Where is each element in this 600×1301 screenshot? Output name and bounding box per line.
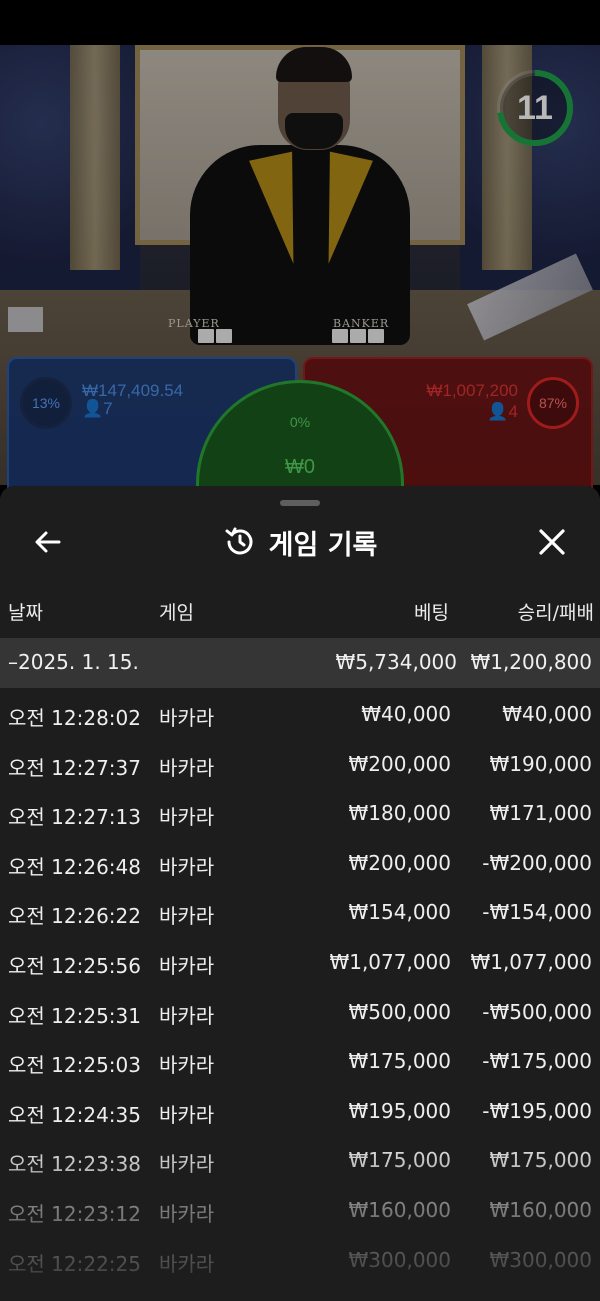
column-header-date: 날짜: [8, 602, 43, 624]
row-time: 오전 12:26:22: [8, 904, 141, 929]
row-game: 바카라: [159, 706, 215, 730]
drag-handle[interactable]: [280, 500, 320, 506]
row-result: -₩200,000: [482, 850, 592, 875]
row-time: 오전 12:22:25: [8, 1251, 141, 1276]
history-row[interactable]: 오전 12:23:12 바카라 ₩160,000 ₩160,000: [0, 1186, 600, 1236]
row-game: 바카라: [159, 904, 215, 929]
date-group-label: –2025. 1. 15.: [8, 650, 139, 674]
history-row[interactable]: 오전 12:23:38 바카라 ₩175,000 ₩175,000: [0, 1136, 600, 1186]
row-time: 오전 12:25:03: [8, 1053, 141, 1078]
row-result: ₩171,000: [489, 801, 592, 826]
row-bet: ₩175,000: [348, 1049, 451, 1074]
close-button[interactable]: [530, 522, 574, 562]
close-icon: [539, 529, 565, 555]
row-game: 바카라: [159, 854, 215, 879]
row-bet: ₩180,000: [348, 801, 451, 826]
date-group-result-total: ₩1,200,800: [470, 650, 592, 674]
column-header-game: 게임: [159, 602, 194, 624]
row-result: -₩195,000: [482, 1098, 592, 1123]
row-time: 오전 12:23:12: [8, 1201, 141, 1226]
row-bet: ₩500,000: [348, 999, 451, 1024]
history-row[interactable]: 오전 12:27:13 바카라 ₩180,000 ₩171,000: [0, 789, 600, 839]
row-bet: ₩160,000: [348, 1197, 451, 1222]
row-result: ₩160,000: [489, 1197, 592, 1222]
column-header-result: 승리/패배: [517, 602, 594, 624]
row-time: 오전 12:25:31: [8, 1003, 141, 1028]
game-history-sheet: 게임 기록 날짜 게임 베팅 승리/패배 –2025. 1. 15. ₩5,73…: [0, 486, 600, 1301]
row-game: 바카라: [159, 755, 215, 780]
row-time: 오전 12:26:48: [8, 854, 141, 879]
dim-overlay: [0, 45, 600, 505]
sheet-header: 게임 기록: [0, 520, 600, 564]
row-result: -₩175,000: [482, 1049, 592, 1074]
row-result: ₩1,077,000: [470, 949, 592, 974]
row-game: 바카라: [159, 1053, 215, 1078]
row-bet: ₩175,000: [348, 1148, 451, 1173]
history-row[interactable]: 오전 12:26:48 바카라 ₩200,000 -₩200,000: [0, 839, 600, 889]
column-header-bet: 베팅: [414, 602, 449, 624]
row-bet: ₩1,077,000: [329, 949, 451, 974]
row-bet: ₩154,000: [348, 900, 451, 925]
row-result: ₩175,000: [489, 1148, 592, 1173]
history-row[interactable]: 오전 12:25:03 바카라 ₩175,000 -₩175,000: [0, 1037, 600, 1087]
history-row[interactable]: 오전 12:25:31 바카라 ₩500,000 -₩500,000: [0, 988, 600, 1038]
row-game: 바카라: [159, 1003, 215, 1028]
row-game: 바카라: [159, 1102, 215, 1127]
row-result: ₩190,000: [489, 751, 592, 776]
row-result: -₩154,000: [482, 900, 592, 925]
row-time: 오전 12:27:37: [8, 755, 141, 780]
row-time: 오전 12:24:35: [8, 1102, 141, 1127]
row-result: -₩500,000: [482, 999, 592, 1024]
row-bet: ₩300,000: [348, 1247, 451, 1272]
row-game: 바카라: [159, 1251, 215, 1276]
row-bet: ₩200,000: [348, 751, 451, 776]
row-time: 오전 12:28:02: [8, 706, 141, 730]
row-bet: ₩195,000: [348, 1098, 451, 1123]
row-result: ₩40,000: [502, 702, 592, 726]
date-group-row[interactable]: –2025. 1. 15. ₩5,734,000 ₩1,200,800: [0, 638, 600, 688]
row-game: 바카라: [159, 805, 215, 830]
row-game: 바카라: [159, 1152, 215, 1177]
history-list: 오전 12:28:02 바카라 ₩40,000 ₩40,000 오전 12:27…: [0, 690, 600, 1285]
history-row[interactable]: 오전 12:28:02 바카라 ₩40,000 ₩40,000: [0, 690, 600, 740]
row-time: 오전 12:23:38: [8, 1152, 141, 1177]
row-game: 바카라: [159, 953, 215, 978]
history-row[interactable]: 오전 12:27:37 바카라 ₩200,000 ₩190,000: [0, 740, 600, 790]
row-game: 바카라: [159, 1201, 215, 1226]
history-row[interactable]: 오전 12:22:25 바카라 ₩300,000 ₩300,000: [0, 1236, 600, 1286]
status-bar: [0, 0, 600, 45]
history-row[interactable]: 오전 12:24:35 바카라 ₩195,000 -₩195,000: [0, 1087, 600, 1137]
date-group-bet-total: ₩5,734,000: [335, 650, 457, 674]
history-row[interactable]: 오전 12:26:22 바카라 ₩154,000 -₩154,000: [0, 888, 600, 938]
row-bet: ₩200,000: [348, 850, 451, 875]
sheet-title: 게임 기록: [268, 529, 378, 561]
row-time: 오전 12:25:56: [8, 953, 141, 978]
row-time: 오전 12:27:13: [8, 805, 141, 830]
row-bet: ₩40,000: [361, 702, 451, 726]
history-row[interactable]: 오전 12:25:56 바카라 ₩1,077,000 ₩1,077,000: [0, 938, 600, 988]
row-result: ₩300,000: [489, 1247, 592, 1272]
history-icon: [225, 527, 253, 555]
